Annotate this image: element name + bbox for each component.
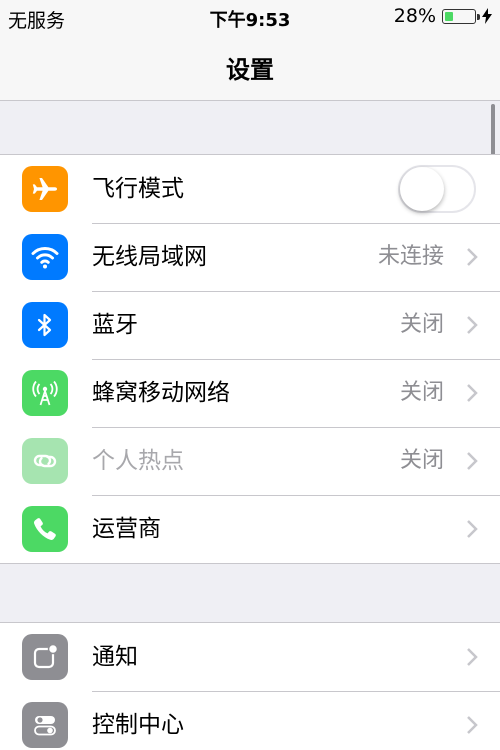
chevron-right-icon bbox=[467, 248, 478, 266]
hotspot-icon bbox=[22, 438, 68, 484]
settings-row-notifications[interactable]: 通知 bbox=[0, 623, 500, 691]
airplane-icon bbox=[22, 166, 68, 212]
chevron-right-icon bbox=[467, 648, 478, 666]
battery-fill bbox=[445, 11, 453, 21]
row-value: 关闭 bbox=[399, 448, 444, 473]
phone-icon bbox=[22, 506, 68, 552]
settings-row-wifi[interactable]: 无线局域网 未连接 bbox=[0, 223, 500, 291]
notifications-icon bbox=[22, 634, 68, 680]
battery-indicator: 28% bbox=[394, 5, 492, 27]
chevron-right-icon bbox=[467, 316, 478, 334]
row-value: 未连接 bbox=[377, 244, 444, 269]
chevron-right-icon bbox=[467, 452, 478, 470]
settings-row-personal-hotspot[interactable]: 个人热点 关闭 bbox=[0, 427, 500, 495]
chevron-right-icon bbox=[467, 716, 478, 734]
cellular-icon bbox=[22, 370, 68, 416]
bluetooth-icon bbox=[22, 302, 68, 348]
battery-icon bbox=[442, 8, 480, 24]
settings-row-cellular[interactable]: 蜂窝移动网络 关闭 bbox=[0, 359, 500, 427]
row-label: 个人热点 bbox=[92, 448, 184, 474]
settings-group-system: 通知 控制中心 bbox=[0, 622, 500, 750]
row-label: 无线局域网 bbox=[92, 244, 207, 270]
page-title: 设置 bbox=[226, 56, 274, 84]
settings-row-control-center[interactable]: 控制中心 bbox=[0, 691, 500, 750]
row-value: 关闭 bbox=[399, 380, 444, 405]
row-value: 关闭 bbox=[399, 312, 444, 337]
settings-row-bluetooth[interactable]: 蓝牙 关闭 bbox=[0, 291, 500, 359]
settings-group-connectivity: 飞行模式 无线局域网 未连接 蓝牙 关闭 蜂窝移动网络 关闭 个人热点 关闭 运… bbox=[0, 154, 500, 564]
row-label: 控制中心 bbox=[92, 712, 184, 738]
row-label: 蜂窝移动网络 bbox=[92, 380, 230, 406]
settings-row-carrier[interactable]: 运营商 bbox=[0, 495, 500, 563]
chevron-right-icon bbox=[467, 520, 478, 538]
wifi-icon bbox=[22, 234, 68, 280]
chevron-right-icon bbox=[467, 384, 478, 402]
settings-row-airplane-mode[interactable]: 飞行模式 bbox=[0, 155, 500, 223]
row-label: 飞行模式 bbox=[92, 176, 184, 202]
control-center-icon bbox=[22, 702, 68, 748]
row-label: 运营商 bbox=[92, 516, 161, 542]
top-bar: 无服务 下午9:53 28% 设置 bbox=[0, 0, 500, 101]
airplane-mode-toggle[interactable] bbox=[398, 165, 476, 213]
toggle-knob bbox=[400, 167, 444, 211]
bolt-icon bbox=[482, 8, 492, 24]
row-label: 通知 bbox=[92, 644, 138, 670]
battery-percent: 28% bbox=[393, 5, 436, 27]
settings-screen: 无服务 下午9:53 28% 设置 飞行模式 无线局域网 未连接 蓝牙 关闭 蜂… bbox=[0, 0, 500, 750]
row-label: 蓝牙 bbox=[92, 312, 138, 338]
